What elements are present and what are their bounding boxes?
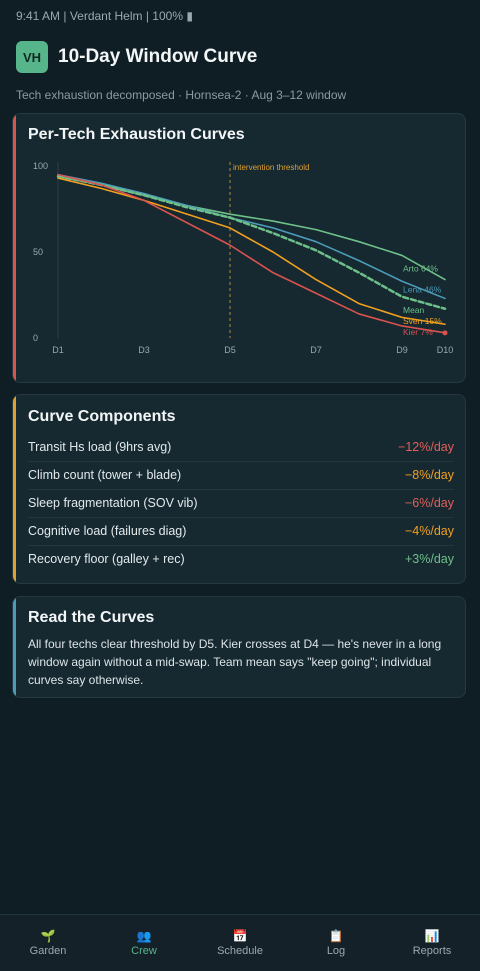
- curve-components-card: Curve Components Transit Hs load (9hrs a…: [12, 394, 466, 584]
- component-label: Sleep fragmentation (SOV vib): [28, 496, 198, 510]
- component-row: Cognitive load (failures diag) −4%/day: [28, 517, 454, 546]
- x-tick-label: D10: [437, 345, 454, 355]
- component-row: Sleep fragmentation (SOV vib) −6%/day: [28, 489, 454, 518]
- components-card-title: Curve Components: [28, 408, 176, 425]
- card-accent-bar: [13, 395, 16, 583]
- status-bar: 9:41 AM | Verdant Helm | 100% ▮: [16, 9, 193, 23]
- read-curves-card: Read the Curves All four techs clear thr…: [12, 596, 466, 698]
- bottom-nav: 🌱 Garden 👥 Crew 📅 Schedule 📋 Log 📊 Reports: [0, 914, 480, 971]
- clipboard-icon: 📋: [328, 929, 344, 943]
- x-tick-label: D5: [224, 345, 236, 355]
- y-tick-label: 0: [33, 333, 38, 343]
- card-accent-bar: [13, 597, 16, 697]
- y-tick-label: 100: [33, 161, 48, 171]
- component-rate: −4%/day: [405, 524, 454, 538]
- series-end-label: Lena 46%: [403, 284, 442, 294]
- crew-icon: 👥: [136, 929, 152, 943]
- component-label: Recovery floor (galley + rec): [28, 552, 185, 566]
- x-tick-label: D1: [52, 345, 64, 355]
- bar-chart-icon: 📊: [424, 929, 440, 943]
- series-end-label: Arto 64%: [403, 264, 438, 274]
- series-end-label: Mean: [403, 305, 425, 315]
- page-subtitle: Tech exhaustion decomposed · Hornsea-2 ·…: [16, 88, 347, 102]
- component-label: Cognitive load (failures diag): [28, 524, 187, 538]
- series-end-label: Kier 7%: [403, 327, 433, 337]
- sprout-icon: 🌱: [40, 929, 56, 943]
- read-card-title: Read the Curves: [28, 609, 155, 626]
- component-row: Climb count (tower + blade) −8%/day: [28, 461, 454, 490]
- component-label: Transit Hs load (9hrs avg): [28, 440, 172, 454]
- app-badge: VH: [16, 41, 48, 73]
- nav-item-schedule[interactable]: 📅 Schedule: [192, 915, 288, 971]
- page-title: 10-Day Window Curve: [58, 46, 258, 67]
- calendar-icon: 📅: [232, 929, 248, 943]
- component-row: Recovery floor (galley + rec) +3%/day: [28, 545, 454, 573]
- series-end-marker: [442, 330, 448, 336]
- exhaustion-chart: 0 50 100 D1 D3 D5 D7 D9 D10 intervention threshol…: [33, 161, 454, 355]
- series-end-label: Sven 15%: [403, 316, 442, 326]
- nav-label: Log: [326, 945, 346, 957]
- nav-item-log[interactable]: 📋 Log: [288, 915, 384, 971]
- component-rate: −12%/day: [398, 440, 454, 454]
- x-tick-label: D9: [396, 345, 408, 355]
- nav-label: Garden: [29, 945, 67, 957]
- component-row: Transit Hs load (9hrs avg) −12%/day: [28, 433, 454, 462]
- read-card-body: All four techs clear threshold by D5. Ki…: [28, 637, 442, 687]
- y-tick-label: 50: [33, 247, 43, 257]
- x-tick-label: D3: [138, 345, 150, 355]
- series-line-kier: [57, 173, 446, 334]
- nav-item-crew[interactable]: 👥 Crew: [96, 915, 192, 971]
- threshold-label: intervention threshold: [233, 163, 310, 172]
- nav-label: Schedule: [217, 945, 263, 957]
- component-rate: −8%/day: [405, 468, 454, 482]
- component-label: Climb count (tower + blade): [28, 468, 182, 482]
- component-rate: +3%/day: [405, 552, 454, 566]
- x-tick-label: D7: [310, 345, 322, 355]
- nav-label: Reports: [412, 945, 452, 957]
- page-header: VH 10-Day Window Curve: [16, 41, 257, 73]
- exhaustion-chart-card: Per-Tech Exhaustion Curves 0 50 100 D1 D3 D5 D…: [12, 113, 466, 383]
- nav-item-garden[interactable]: 🌱 Garden: [0, 915, 96, 971]
- series-line-mean: [56, 175, 447, 311]
- nav-item-reports[interactable]: 📊 Reports: [384, 915, 480, 971]
- nav-label: Crew: [131, 945, 157, 957]
- component-rate: −6%/day: [405, 496, 454, 510]
